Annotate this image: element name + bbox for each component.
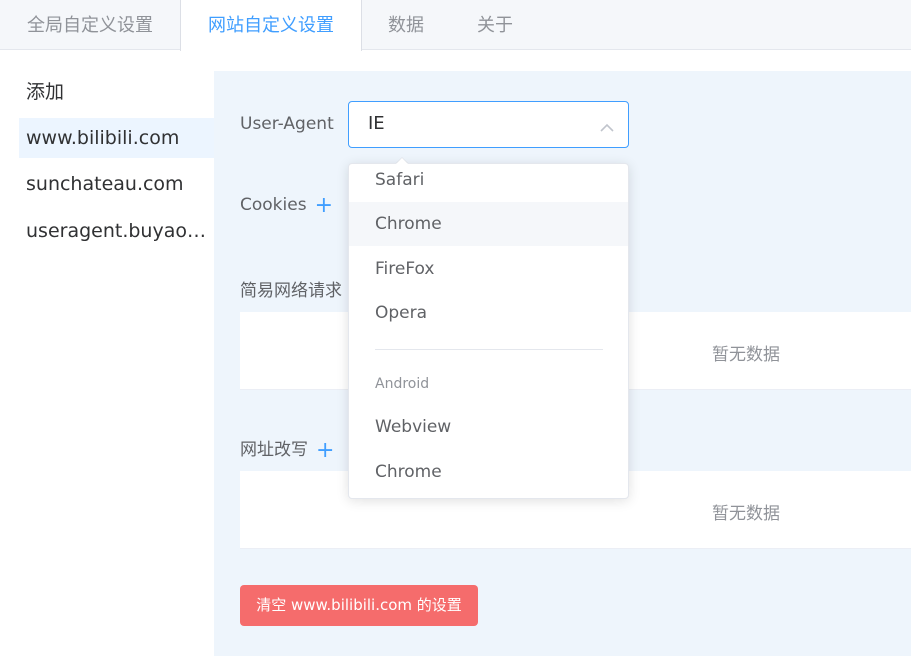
chevron-up-icon <box>600 118 614 137</box>
simple-request-label: 简易网络请求 <box>240 281 342 301</box>
option-android-chrome[interactable]: Chrome <box>349 450 628 494</box>
tab-about[interactable]: 关于 <box>450 0 540 51</box>
option-safari[interactable]: Safari <box>349 164 628 202</box>
user-agent-label: User-Agent <box>240 114 334 134</box>
tab-data[interactable]: 数据 <box>362 0 450 51</box>
option-opera[interactable]: Opera <box>349 291 628 335</box>
user-agent-select-value: IE <box>368 113 385 134</box>
option-chrome[interactable]: Chrome <box>349 202 628 246</box>
top-tab-bar: 全局自定义设置 网站自定义设置 数据 关于 <box>0 0 911 51</box>
sidebar-item-bilibili[interactable]: www.bilibili.com <box>19 118 214 158</box>
add-cookie-plus-icon[interactable]: + <box>315 193 333 218</box>
clear-site-settings-button[interactable]: 清空 www.bilibili.com 的设置 <box>240 585 478 626</box>
url-rewrite-row: 网址改写 + <box>240 435 334 463</box>
option-android-webview[interactable]: Webview <box>349 405 628 449</box>
user-agent-dropdown: Safari Chrome FireFox Opera Android Webv… <box>348 163 629 499</box>
sidebar-item-useragent[interactable]: useragent.buyaocha.com <box>19 211 214 251</box>
group-title-android: Android <box>375 376 430 392</box>
sidebar-item-sunchateau[interactable]: sunchateau.com <box>19 164 214 204</box>
sidebar-item-add[interactable]: 添加 <box>19 72 214 112</box>
option-firefox[interactable]: FireFox <box>349 247 628 291</box>
empty-data-text: 暂无数据 <box>712 345 780 365</box>
cookies-label: Cookies <box>240 195 307 215</box>
cookies-row: Cookies + <box>240 193 333 218</box>
dropdown-caret-inner <box>396 158 408 164</box>
user-agent-select[interactable]: IE <box>348 101 629 148</box>
add-url-rewrite-plus-icon[interactable]: + <box>316 438 334 463</box>
url-rewrite-label: 网址改写 <box>240 440 308 460</box>
tab-site-settings[interactable]: 网站自定义设置 <box>180 0 362 51</box>
tab-global-settings[interactable]: 全局自定义设置 <box>0 0 180 51</box>
group-divider <box>375 349 603 350</box>
empty-data-text: 暂无数据 <box>712 504 780 524</box>
